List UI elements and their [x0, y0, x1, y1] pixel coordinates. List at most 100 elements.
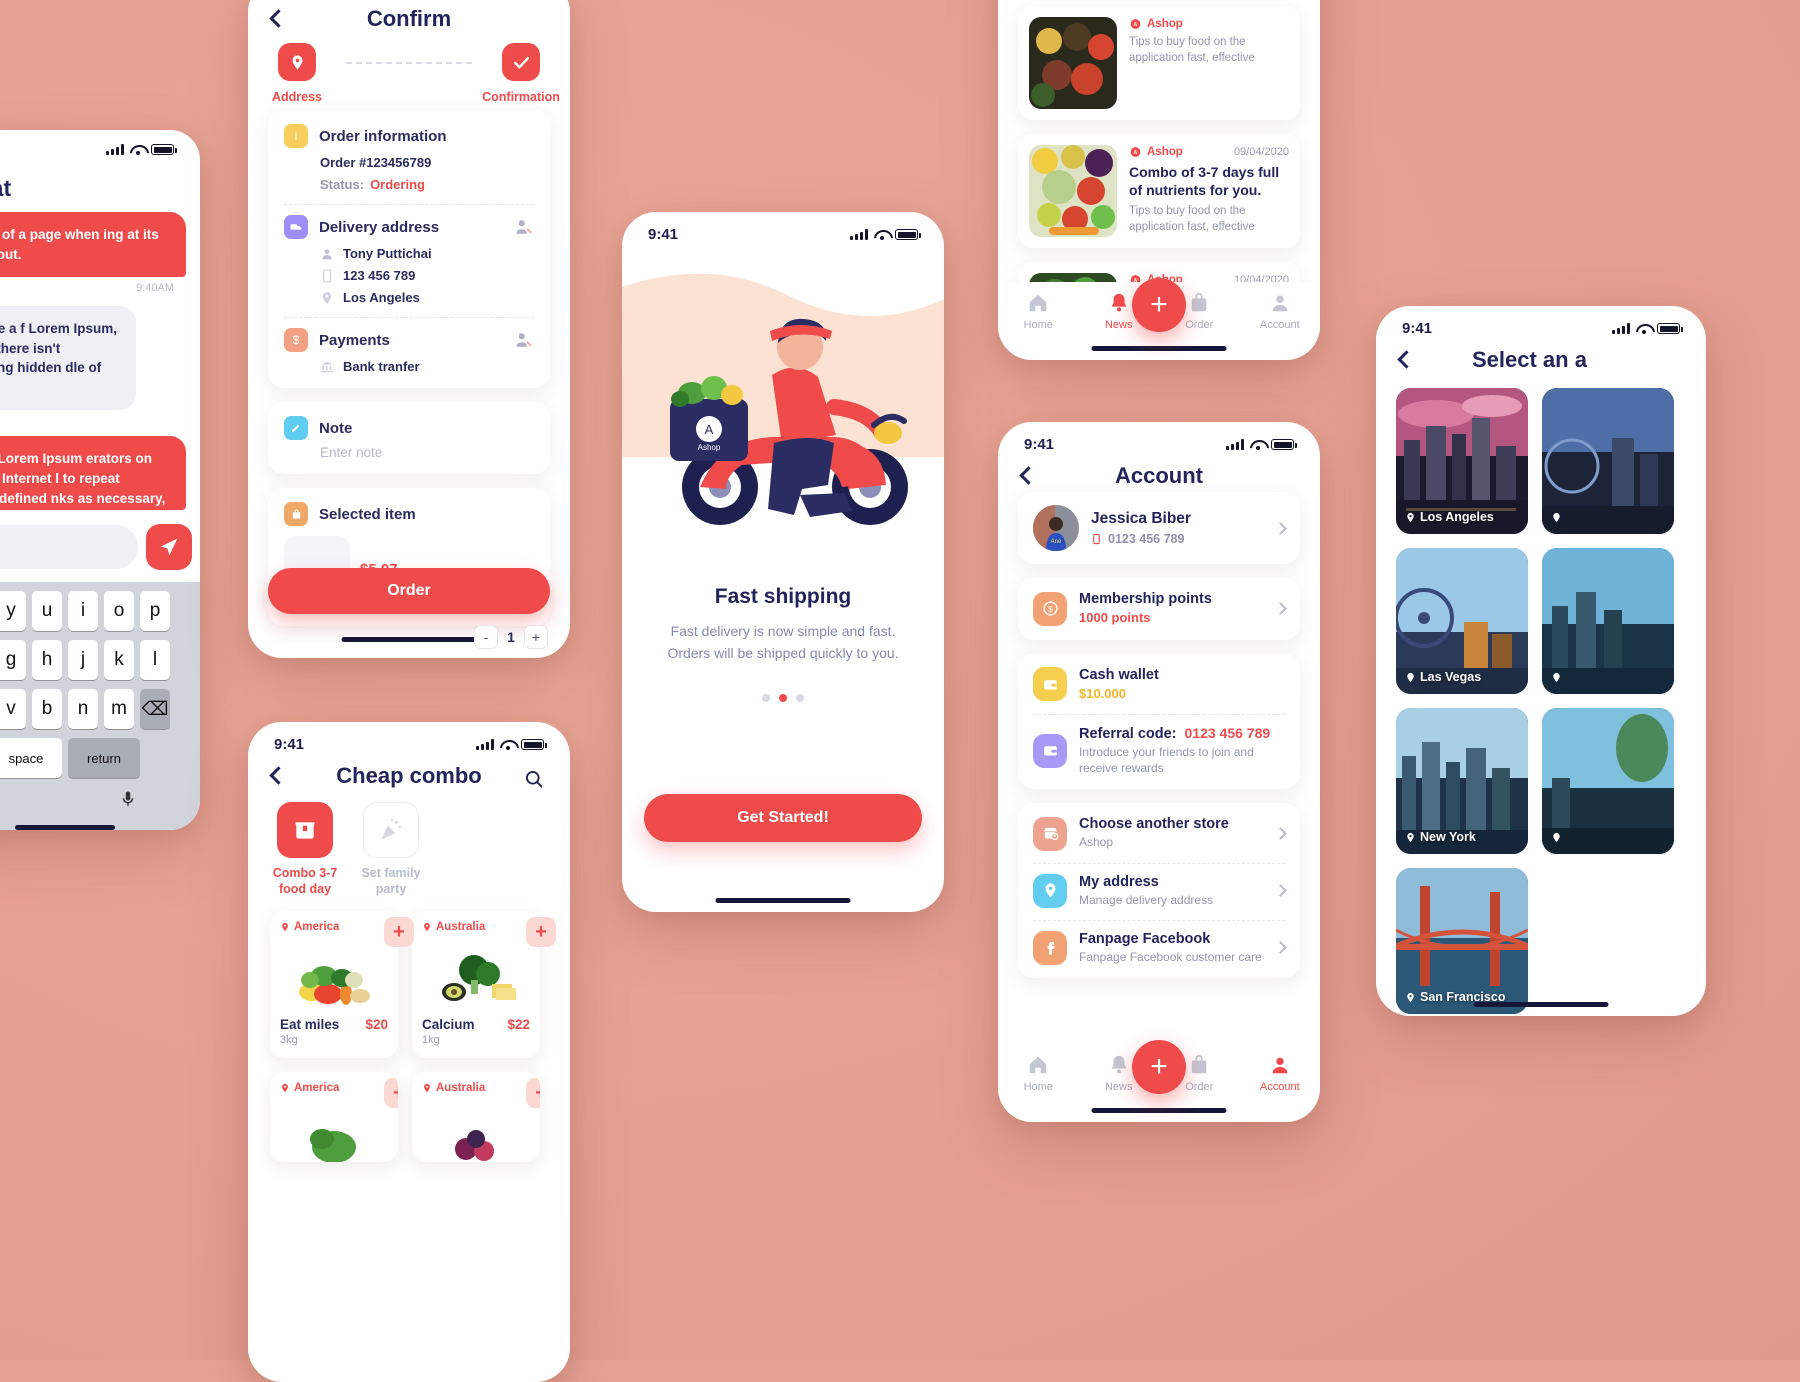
product-image	[280, 941, 388, 1011]
note-card[interactable]: Note Enter note	[268, 402, 550, 474]
keyboard-row-4[interactable]: space return	[0, 738, 196, 779]
product-name: Calcium	[422, 1017, 475, 1033]
add-to-cart-button[interactable]: +	[384, 1078, 398, 1109]
virtual-keyboard[interactable]: t y u i o p f g h j k l c v b n m ⌫ spac…	[0, 582, 200, 830]
key[interactable]: y	[0, 591, 26, 632]
profile-card[interactable]: Ane Jessica Biber 0123 456 789	[1018, 492, 1300, 564]
step-address[interactable]: Address	[248, 43, 346, 104]
back-icon[interactable]	[1397, 350, 1416, 369]
section-title: Note	[319, 419, 353, 437]
quantity-stepper[interactable]: - 1 +	[474, 625, 548, 649]
step-confirmation[interactable]: Confirmation	[472, 43, 570, 104]
key[interactable]: i	[68, 591, 98, 632]
city-label: New York	[1405, 830, 1476, 844]
settings-card[interactable]: Choose another store Ashop My address Ma…	[1018, 803, 1300, 979]
message-input[interactable]: ge	[0, 525, 138, 570]
key[interactable]: u	[32, 591, 62, 632]
nav-header: Cheap combo	[248, 757, 570, 792]
city-card[interactable]: San Francisco	[1396, 868, 1528, 1014]
profile-row[interactable]: Ane Jessica Biber 0123 456 789	[1033, 505, 1287, 551]
note-input[interactable]: Enter note	[320, 445, 534, 460]
product-card[interactable]: Australia +	[412, 1072, 540, 1163]
item-title: Cash wallet	[1079, 666, 1159, 683]
news-card[interactable]: A Ashop 09/04/2020 Combo of 3-7 days ful…	[1018, 134, 1300, 248]
edit-payment-icon[interactable]	[514, 331, 534, 349]
return-key[interactable]: return	[68, 738, 140, 779]
keyboard-row-3[interactable]: c v b n m ⌫	[0, 689, 196, 730]
back-icon[interactable]	[269, 9, 288, 28]
space-key[interactable]: space	[0, 738, 62, 779]
key[interactable]: o	[104, 591, 134, 632]
product-card[interactable]: Australia + Calcium $22 1kg	[412, 911, 556, 1059]
key[interactable]: p	[140, 591, 170, 632]
confirm-order-screen: Confirm Address Confirmation i Order inf…	[248, 0, 570, 658]
product-card[interactable]: America + Eat miles $20 3kg	[270, 911, 414, 1059]
backspace-key[interactable]: ⌫	[140, 689, 170, 730]
add-to-cart-button[interactable]: +	[526, 917, 556, 948]
key[interactable]: h	[32, 640, 62, 681]
order-button[interactable]: Order	[268, 568, 550, 614]
tab-account[interactable]: Account	[1240, 292, 1321, 331]
origin-label: America	[294, 1082, 340, 1095]
coin-icon: $	[1033, 591, 1067, 626]
decrease-quantity-button[interactable]: -	[474, 625, 498, 649]
user-icon	[320, 247, 334, 261]
add-fab-button[interactable]: +	[1132, 278, 1186, 332]
city-card[interactable]	[1542, 388, 1674, 534]
pagination-dots[interactable]	[622, 694, 944, 703]
product-card[interactable]: America +	[270, 1072, 398, 1163]
key[interactable]: v	[0, 689, 26, 730]
news-title: Combo of 3-7 days full of nutrients for …	[1129, 164, 1280, 199]
back-icon[interactable]	[1019, 466, 1038, 485]
referral-code-row[interactable]: Referral code: 0123 456 789 Introduce yo…	[1033, 725, 1285, 776]
keyboard-row-2[interactable]: f g h j k l	[0, 640, 196, 681]
tab-label: Account	[1259, 1081, 1300, 1093]
city-label: Los Angeles	[1405, 510, 1494, 524]
city-card[interactable]: Las Vegas	[1396, 548, 1528, 694]
choose-store-row[interactable]: Choose another store Ashop	[1033, 816, 1287, 851]
add-fab-button[interactable]: +	[1132, 1040, 1186, 1094]
my-address-row[interactable]: My address Manage delivery address	[1033, 873, 1287, 908]
cash-wallet-row[interactable]: Cash wallet $10.000	[1033, 667, 1285, 703]
send-icon[interactable]	[146, 524, 192, 571]
wallet-referral-card[interactable]: Cash wallet $10.000 Referral code: 0123 …	[1018, 653, 1300, 790]
truck-icon	[284, 215, 308, 239]
add-to-cart-button[interactable]: +	[384, 917, 414, 948]
city-card[interactable]: New York	[1396, 708, 1528, 854]
chat-input-bar[interactable]: ge	[0, 524, 200, 571]
key[interactable]: k	[104, 640, 134, 681]
increase-quantity-button[interactable]: +	[524, 625, 548, 649]
city-card[interactable]: Los Angeles	[1396, 388, 1528, 534]
edit-user-icon[interactable]	[514, 218, 534, 236]
key[interactable]: b	[32, 689, 62, 730]
news-card[interactable]: A Ashop Tips to buy food on the applicat…	[1018, 6, 1300, 120]
key[interactable]: j	[68, 640, 98, 681]
mic-icon[interactable]	[119, 787, 137, 816]
category-filter[interactable]: Combo 3-7 food day Set family party	[248, 792, 570, 897]
key[interactable]: l	[140, 640, 170, 681]
get-started-button[interactable]: Get Started!	[644, 794, 922, 842]
dot[interactable]	[762, 694, 770, 703]
category-party[interactable]: Set family party	[356, 802, 426, 897]
key[interactable]: g	[0, 640, 26, 681]
search-icon[interactable]	[524, 769, 544, 789]
keyboard-row-1[interactable]: t y u i o p	[0, 591, 196, 632]
dot[interactable]	[796, 694, 804, 703]
add-to-cart-button[interactable]: +	[526, 1078, 540, 1109]
back-icon[interactable]	[269, 766, 288, 785]
keyboard-row-5[interactable]	[0, 787, 196, 816]
dot-active[interactable]	[779, 694, 787, 703]
tab-account[interactable]: Account	[1240, 1054, 1321, 1093]
tab-home[interactable]: Home	[998, 1054, 1079, 1093]
city-card[interactable]	[1542, 548, 1674, 694]
fanpage-facebook-row[interactable]: Fanpage Facebook Fanpage Facebook custom…	[1033, 931, 1287, 965]
key[interactable]: n	[68, 689, 98, 730]
key[interactable]: m	[104, 689, 134, 730]
city-card[interactable]	[1542, 708, 1674, 854]
tab-home[interactable]: Home	[998, 292, 1079, 331]
pin-icon	[1033, 873, 1067, 908]
category-combo[interactable]: Combo 3-7 food day	[270, 802, 340, 897]
section-title: Order information	[319, 127, 447, 145]
membership-row[interactable]: $ Membership points 1000 points	[1033, 591, 1287, 627]
membership-card[interactable]: $ Membership points 1000 points	[1018, 578, 1300, 640]
